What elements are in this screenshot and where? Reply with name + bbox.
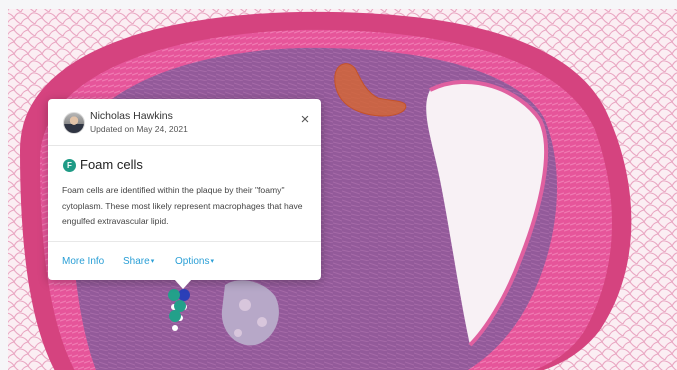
chevron-down-icon: ▾ — [210, 258, 214, 265]
share-dropdown[interactable]: Share▾ — [123, 256, 154, 267]
options-label: Options — [175, 256, 210, 267]
more-info-link[interactable]: More Info — [62, 256, 104, 267]
annotation-badge: F — [63, 159, 76, 172]
slide-viewer[interactable]: Nicholas Hawkins Updated on May 24, 2021… — [0, 0, 677, 370]
share-label: Share — [123, 256, 150, 267]
popup-pointer — [174, 279, 192, 289]
updated-date: Updated on May 24, 2021 — [90, 124, 188, 134]
more-info-label: More Info — [62, 256, 105, 267]
options-dropdown[interactable]: Options▾ — [175, 256, 214, 267]
chevron-down-icon: ▾ — [150, 258, 155, 265]
annotation-popup: Nicholas Hawkins Updated on May 24, 2021… — [48, 99, 321, 289]
viewer-top-frame — [0, 0, 677, 9]
author-name: Nicholas Hawkins — [90, 110, 173, 122]
viewer-left-frame — [0, 0, 8, 370]
avatar — [63, 112, 85, 134]
popup-body: F Foam cells Foam cells are identified w… — [48, 146, 321, 238]
annotation-title: Foam cells — [80, 157, 143, 172]
close-icon[interactable]: × — [298, 112, 312, 127]
annotation-description: Foam cells are identified within the pla… — [62, 185, 303, 226]
popup-header: Nicholas Hawkins Updated on May 24, 2021… — [48, 99, 321, 146]
popup-footer: More Info Share▾ Options▾ — [48, 241, 321, 281]
